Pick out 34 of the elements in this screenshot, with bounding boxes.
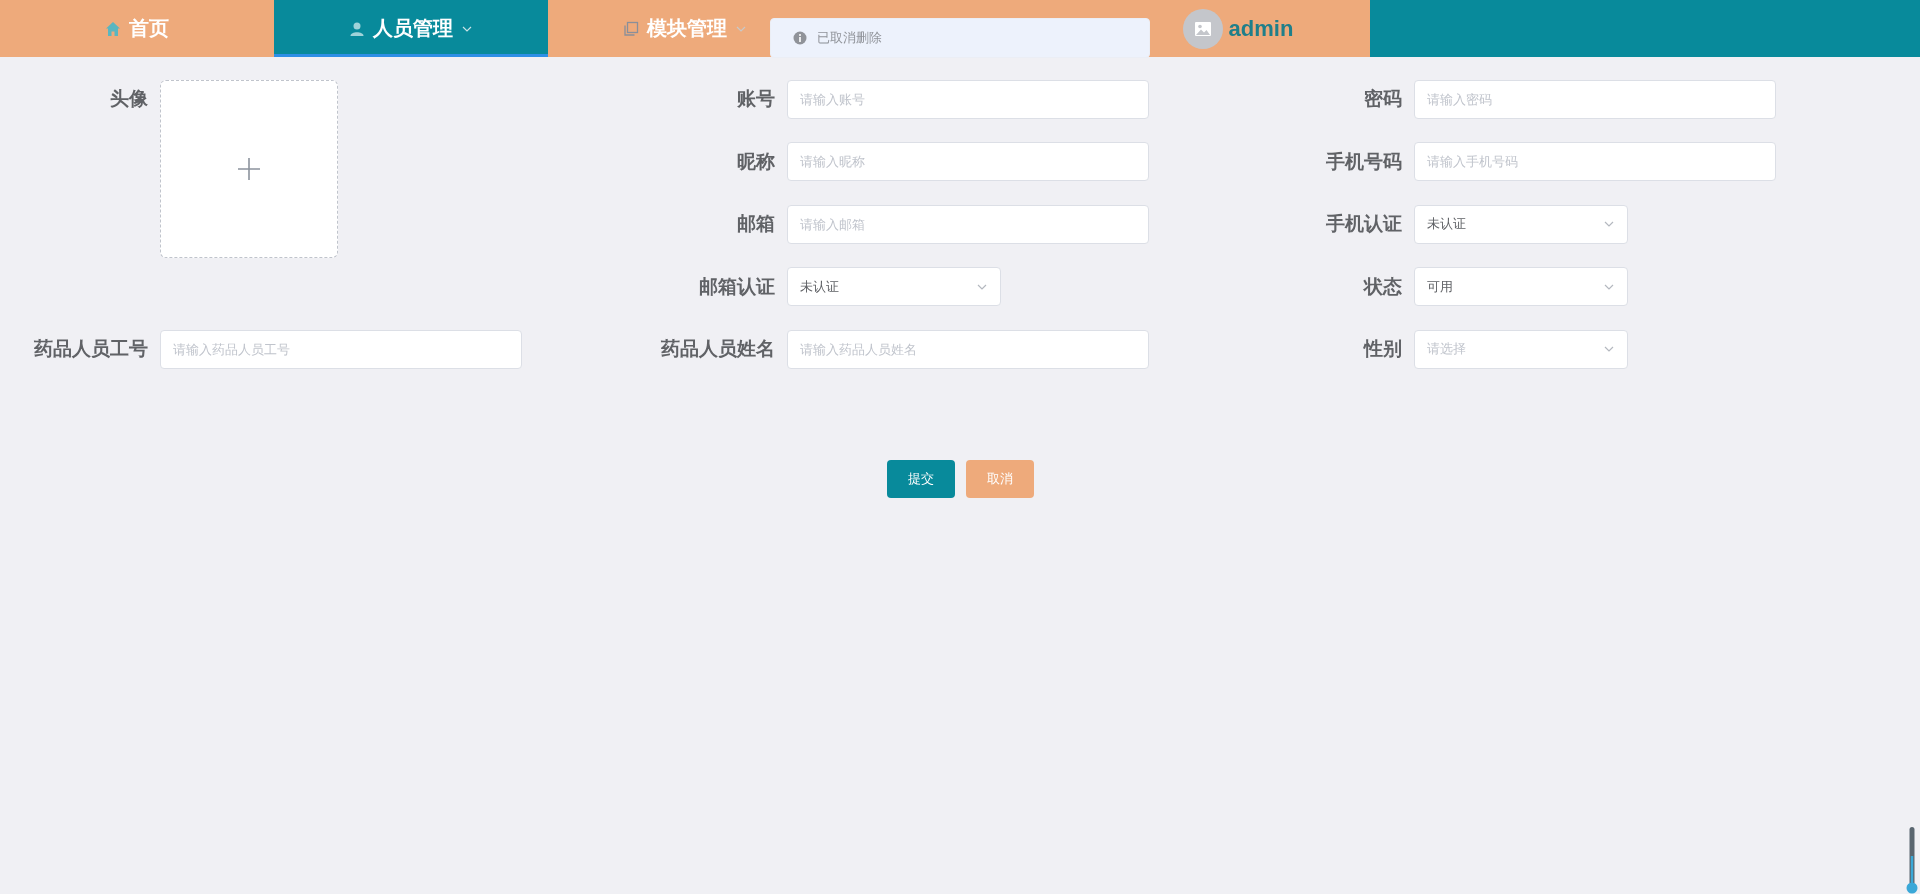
input-field[interactable]: 请输入账号 (787, 79, 1149, 119)
user-name[interactable]: admin (1228, 15, 1294, 42)
field-label: 密码 (1363, 87, 1402, 111)
input-field[interactable]: 请输入昵称 (787, 142, 1149, 181)
field-label: 手机号码 (1325, 149, 1402, 174)
field-label: 药品人员姓名 (660, 337, 775, 361)
home-icon (105, 20, 121, 37)
field-label: 账号 (736, 87, 775, 111)
field-label: 昵称 (736, 149, 775, 174)
select-field[interactable]: 未认证 (787, 267, 1001, 306)
copy-icon (623, 20, 639, 37)
plus-icon (238, 158, 260, 180)
input-field[interactable]: 请输入邮箱 (787, 204, 1149, 244)
field-label: 药品人员工号 (33, 337, 148, 361)
input-field[interactable]: 请输入药品人员工号 (160, 329, 522, 369)
field-label: 邮箱 (736, 212, 775, 236)
field-label: 性别 (1362, 337, 1402, 361)
thermometer-icon (1906, 826, 1918, 894)
field-label: 状态 (1362, 274, 1402, 299)
field-label: 手机认证 (1325, 212, 1402, 236)
info-icon (793, 31, 807, 45)
person-icon (349, 20, 365, 37)
submit-button[interactable]: 提交 (886, 460, 955, 498)
field-label: 头像 (109, 87, 148, 111)
nav-tab[interactable]: 人员管理 (274, 0, 548, 57)
input-field[interactable]: 请输入药品人员姓名 (787, 329, 1149, 369)
field-label: 邮箱认证 (698, 274, 775, 299)
select-field[interactable]: 可用 (1414, 267, 1628, 306)
avatar-image-icon[interactable] (1182, 8, 1223, 49)
toast-message: 已取消删除 (817, 29, 882, 47)
select-field[interactable]: 未认证 (1414, 204, 1628, 244)
input-field[interactable]: 请输入手机号码 (1414, 142, 1776, 181)
input-field[interactable]: 请输入密码 (1414, 79, 1776, 119)
upload-box[interactable] (160, 80, 338, 258)
